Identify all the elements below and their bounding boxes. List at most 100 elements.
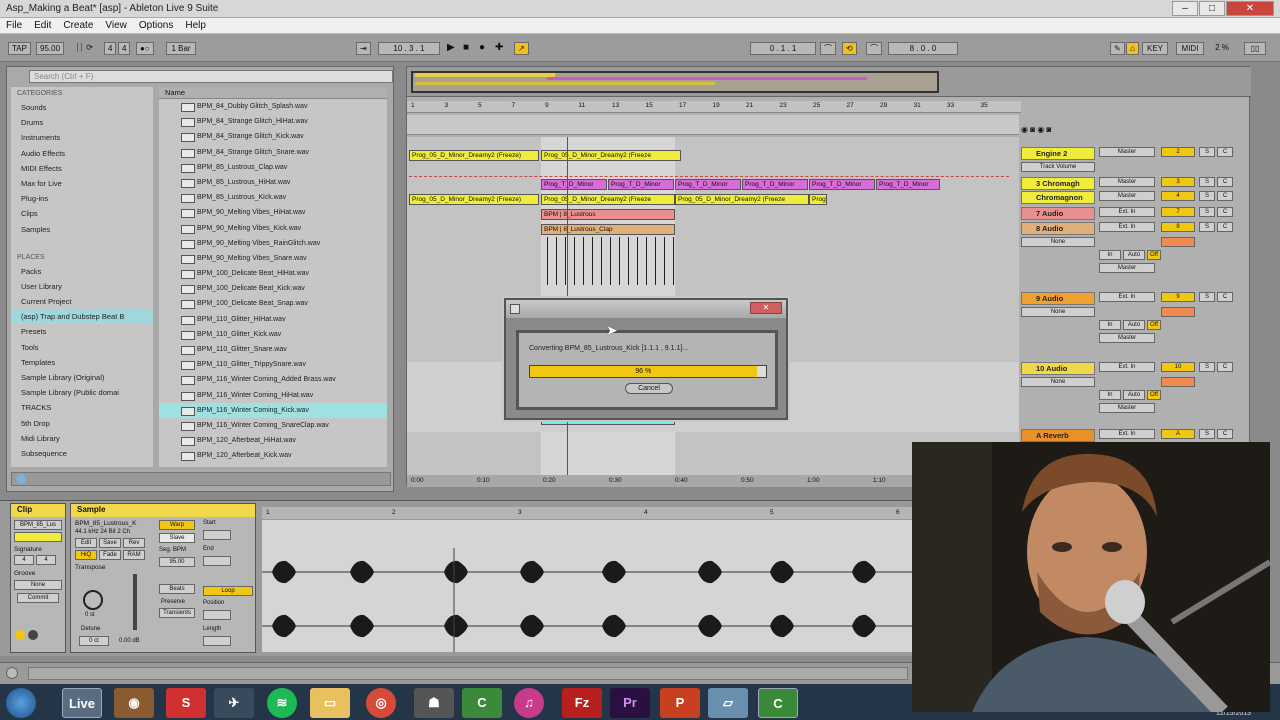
file-item[interactable]: BPM_90_Melting Vibes_Kick.wav (159, 221, 387, 236)
taskbar-app-icon[interactable]: ◉ (114, 688, 154, 718)
place-midi-library[interactable]: Midi Library (11, 431, 153, 446)
track-io-select[interactable]: Ext. In (1099, 362, 1155, 372)
track-activator[interactable]: 9 (1161, 292, 1195, 302)
monitor-auto-button[interactable]: Auto (1123, 390, 1145, 400)
file-item[interactable]: BPM_90_Melting Vibes_HiHat.wav (159, 205, 387, 220)
commit-button[interactable]: Commit (17, 593, 59, 603)
sample-waveform[interactable] (262, 520, 912, 652)
loop-button[interactable]: Loop (203, 586, 253, 596)
save-button[interactable]: Save (99, 538, 121, 548)
place-presets[interactable]: Presets (11, 324, 153, 339)
arm-button[interactable]: C (1217, 362, 1233, 372)
clip-audio-8[interactable]: BPM | 8_Lustrous_Clap (541, 224, 675, 235)
monitor-off-button[interactable]: Off (1147, 320, 1161, 330)
warp-button[interactable]: Warp (159, 520, 195, 530)
place-sample-library-public[interactable]: Sample Library (Public domai (11, 385, 153, 400)
taskbar-window-icon[interactable]: ▱ (708, 688, 748, 718)
monitor-in-button[interactable]: In (1099, 390, 1121, 400)
track-io-select[interactable]: Master (1099, 191, 1155, 201)
signature-numerator[interactable]: 4 (104, 42, 117, 55)
name-column-header[interactable]: Name (159, 87, 387, 99)
category-midi-effects[interactable]: MIDI Effects (11, 161, 153, 176)
clip-prog-1[interactable]: Prog_05_D_Minor_Dreamy2 (Freeze) (409, 150, 539, 161)
key-map-button[interactable]: KEY (1142, 42, 1168, 55)
track-io-select[interactable]: Master (1099, 147, 1155, 157)
key-map-icon[interactable]: ⌂ (1126, 42, 1139, 55)
stop-icon[interactable]: ■ (460, 42, 473, 55)
track-activator[interactable]: 4 (1161, 191, 1195, 201)
place-tools[interactable]: Tools (11, 340, 153, 355)
file-item[interactable]: BPM_84_Strange Glitch_HiHat.wav (159, 114, 387, 129)
taskbar-tool-icon[interactable]: ✈ (214, 688, 254, 718)
place-tracks[interactable]: TRACKS (11, 400, 153, 415)
file-item[interactable]: BPM_116_Winter Coming_HiHat.wav (159, 388, 387, 403)
track-activator[interactable]: 8 (1161, 222, 1195, 232)
file-item[interactable]: BPM_116_Winter Coming_Added Brass.wav (159, 372, 387, 387)
place-current-project[interactable]: Current Project (11, 294, 153, 309)
menu-file[interactable]: File (0, 18, 28, 33)
file-item[interactable]: BPM_100_Delicate Beat_Snap.wav (159, 296, 387, 311)
track-header[interactable]: 10 Audio (1021, 362, 1095, 375)
place-user-library[interactable]: User Library (11, 279, 153, 294)
file-item[interactable]: BPM_116_Winter Coming_Kick.wav (159, 402, 387, 418)
clip-purple-5[interactable]: Prog_T_D_Minor (809, 179, 875, 190)
solo-button[interactable]: S (1199, 191, 1215, 201)
track-io-select[interactable]: Ext. In (1099, 222, 1155, 232)
track-header[interactable]: 3 Chromagh (1021, 177, 1095, 190)
menu-edit[interactable]: Edit (28, 18, 57, 33)
overdub-icon[interactable]: ●○ (136, 42, 154, 55)
play-icon[interactable]: ▶ (444, 42, 458, 55)
detune-field[interactable]: 0 ct (79, 636, 109, 646)
input-channel-select[interactable]: None (1021, 377, 1095, 387)
loop-start-field[interactable]: 0 . 1 . 1 (750, 42, 816, 55)
automation-select[interactable]: Track Volume (1021, 162, 1095, 172)
clip-sig-numerator[interactable]: 4 (14, 555, 34, 565)
sample-ruler[interactable]: 1 2 3 4 5 6 (262, 507, 912, 519)
track-header[interactable]: 8 Audio (1021, 222, 1095, 235)
taskbar-powerpoint-icon[interactable]: P (660, 688, 700, 718)
clip-chromagnon-2[interactable]: Prog_05_D_Minor_Dreamy2 (Freeze (541, 194, 675, 205)
length-field[interactable] (203, 636, 231, 646)
seg-bpm-field[interactable]: 95.00 (159, 557, 195, 567)
clip-activator-icon[interactable] (15, 630, 25, 640)
start-button-icon[interactable] (6, 688, 36, 718)
category-clips[interactable]: Clips (11, 206, 153, 221)
input-channel-select[interactable]: None (1021, 307, 1095, 317)
info-toggle-icon[interactable] (6, 667, 18, 679)
beat-ruler[interactable]: 1 3 5 7 9 11 13 15 17 19 21 23 25 27 29 31 33 35 (407, 101, 1021, 113)
solo-button[interactable]: S (1199, 177, 1215, 187)
file-item[interactable]: BPM_120_Afterbeat_HiHat.wav (159, 433, 387, 448)
clip-color-field[interactable] (14, 532, 62, 542)
solo-button[interactable]: S (1199, 222, 1215, 232)
arm-button[interactable]: C (1217, 222, 1233, 232)
track-io-select[interactable]: Ext. In (1099, 292, 1155, 302)
menu-options[interactable]: Options (133, 18, 179, 33)
follow-icon[interactable]: ⇥ (356, 42, 371, 55)
monitor-in-button[interactable]: In (1099, 250, 1121, 260)
output-select[interactable]: Master (1099, 333, 1155, 343)
add-icon[interactable]: ✚ (492, 42, 507, 55)
file-item[interactable]: BPM_85_Lustrous_Clap.wav (159, 160, 387, 175)
track-activator[interactable]: A (1161, 429, 1195, 439)
arm-button[interactable]: C (1217, 177, 1233, 187)
monitor-auto-button[interactable]: Auto (1123, 320, 1145, 330)
monitor-in-button[interactable]: In (1099, 320, 1121, 330)
arm-button[interactable]: C (1217, 207, 1233, 217)
track-header[interactable]: A Reverb (1021, 429, 1095, 442)
taskbar-folder-icon[interactable]: ▭ (310, 688, 350, 718)
place-subsequence[interactable]: Subsequence (11, 446, 153, 461)
monitor-off-button[interactable]: Off (1147, 390, 1161, 400)
output-select[interactable]: Master (1099, 403, 1155, 413)
taskbar-itunes-icon[interactable]: ♫ (514, 688, 544, 718)
clip-name-field[interactable]: BPM_85_Lus (14, 520, 62, 530)
track-activator[interactable]: 10 (1161, 362, 1195, 372)
solo-button[interactable]: S (1199, 147, 1215, 157)
gain-slider[interactable] (133, 574, 137, 630)
metronome-controls[interactable]: ⏐⏐ ⟳ (66, 42, 102, 55)
track-activator[interactable]: 3 (1161, 177, 1195, 187)
punch-out-icon[interactable]: ⌒ (866, 42, 882, 55)
clip-launch-icon[interactable] (28, 630, 38, 640)
file-item[interactable]: BPM_110_Glitter_TrippySnare.wav (159, 357, 387, 372)
solo-button[interactable]: S (1199, 207, 1215, 217)
preview-icon[interactable] (16, 474, 26, 484)
